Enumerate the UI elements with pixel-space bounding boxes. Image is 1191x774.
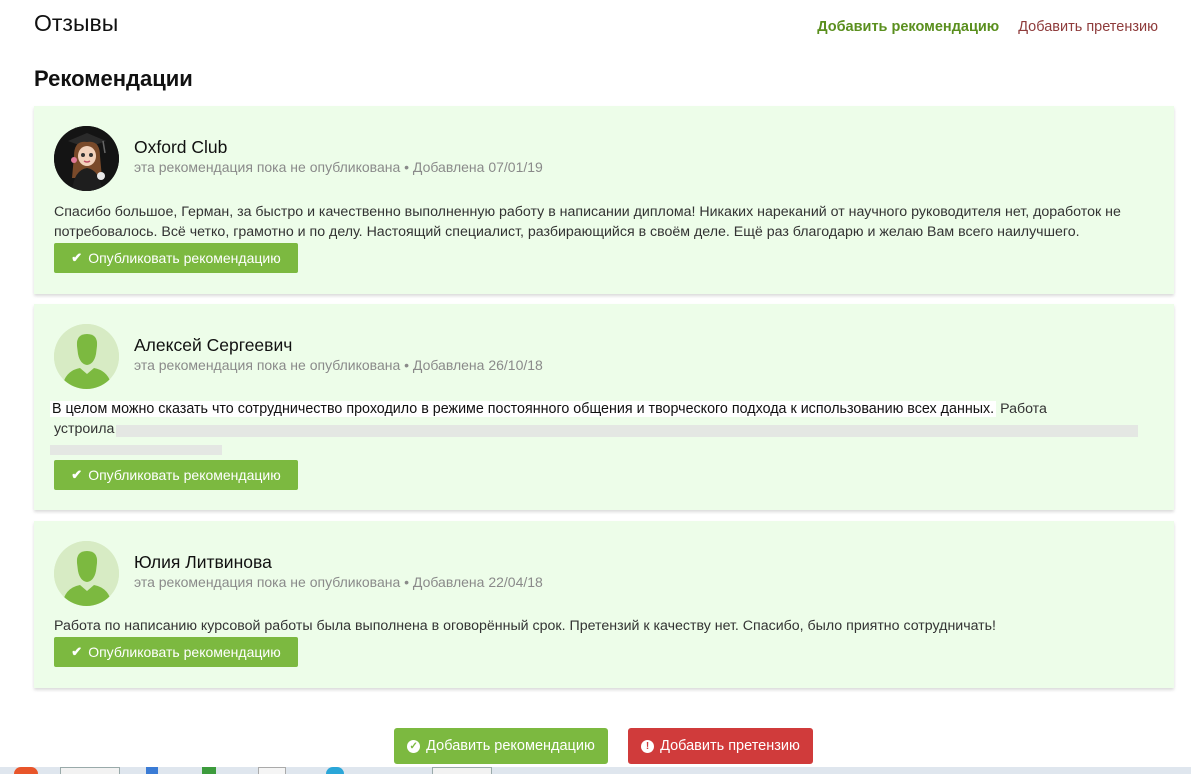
checkmark-icon: ✔ — [71, 250, 83, 265]
publish-button-label: Опубликовать рекомендацию — [88, 644, 281, 660]
add-recommendation-link[interactable]: Добавить рекомендацию — [817, 19, 999, 35]
add-claim-button[interactable]: ! Добавить претензию — [628, 728, 813, 764]
review-text: Работа по написанию курсовой работы была… — [54, 618, 997, 634]
taskbar-app-icon[interactable] — [202, 767, 216, 774]
recommendation-meta: эта рекомендация пока не опубликована • … — [134, 574, 543, 590]
recommendation-meta: эта рекомендация пока не опубликована • … — [134, 357, 543, 373]
author-name: Юлия Литвинова — [134, 552, 272, 572]
graduate-photo-icon — [54, 126, 119, 191]
exclamation-circle-icon: ! — [641, 739, 655, 753]
add-recommendation-button[interactable]: ✓ Добавить рекомендацию — [394, 728, 608, 764]
taskbar — [0, 767, 1191, 774]
taskbar-app-icon[interactable] — [326, 767, 344, 774]
header-links: Добавить рекомендацию Добавить претензию — [802, 19, 1158, 35]
publish-button-label: Опубликовать рекомендацию — [88, 467, 281, 483]
default-user-icon — [54, 541, 119, 606]
bottom-actions: ✓ Добавить рекомендацию ! Добавить прете… — [394, 728, 814, 764]
taskbar-app-icon[interactable] — [60, 767, 120, 774]
add-claim-link[interactable]: Добавить претензию — [1018, 19, 1158, 35]
taskbar-start-icon[interactable] — [14, 767, 38, 774]
redacted-text — [50, 445, 222, 455]
publish-recommendation-button[interactable]: ✔ Опубликовать рекомендацию — [54, 637, 298, 667]
review-text-rest: Работа — [1000, 401, 1047, 417]
recommendation-meta: эта рекомендация пока не опубликована • … — [134, 159, 543, 175]
redacted-text — [116, 425, 1138, 437]
review-text: Спасибо большое, Герман, за быстро и кач… — [54, 204, 1121, 240]
taskbar-app-icon[interactable] — [432, 767, 492, 774]
taskbar-app-icon[interactable] — [146, 767, 158, 774]
author-name: Алексей Сергеевич — [134, 335, 293, 355]
recommendation-card: Oxford Club эта рекомендация пока не опу… — [34, 106, 1174, 294]
checkmark-icon: ✔ — [71, 644, 83, 659]
review-text-highlight: В целом можно сказать что сотрудничество… — [50, 401, 997, 417]
review-text-line2: устроила — [54, 421, 115, 437]
avatar — [54, 541, 119, 606]
section-title: Рекомендации — [34, 66, 193, 91]
avatar — [54, 324, 119, 389]
checkmark-icon: ✔ — [71, 467, 83, 482]
publish-recommendation-button[interactable]: ✔ Опубликовать рекомендацию — [54, 243, 298, 273]
page-title: Отзывы — [34, 10, 119, 36]
default-user-icon — [54, 324, 119, 389]
publish-button-label: Опубликовать рекомендацию — [88, 250, 281, 266]
taskbar-app-icon[interactable] — [258, 767, 286, 774]
page-header: Отзывы Добавить рекомендацию Добавить пр… — [34, 8, 1158, 42]
publish-recommendation-button[interactable]: ✔ Опубликовать рекомендацию — [54, 460, 298, 490]
check-circle-icon: ✓ — [407, 739, 421, 753]
author-name: Oxford Club — [134, 137, 228, 157]
recommendation-card: Юлия Литвинова эта рекомендация пока не … — [34, 521, 1174, 688]
add-recommendation-label: Добавить рекомендацию — [426, 738, 595, 754]
add-claim-label: Добавить претензию — [660, 738, 800, 754]
recommendation-card: Алексей Сергеевич эта рекомендация пока … — [34, 304, 1174, 510]
avatar — [54, 126, 119, 191]
